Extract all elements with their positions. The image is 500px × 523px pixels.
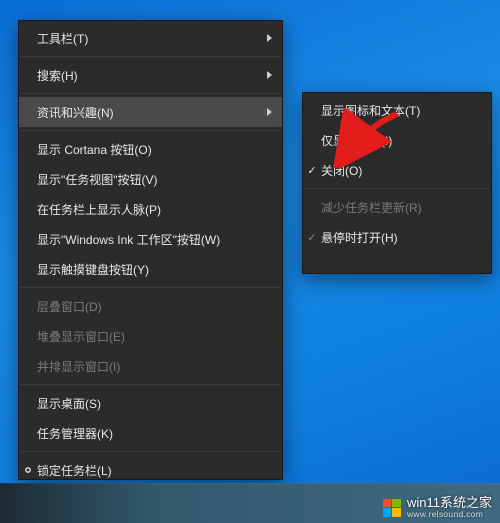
submenu-item-reduce-updates: 减少任务栏更新(R) xyxy=(303,192,491,222)
menu-item-label: 显示"Windows Ink 工作区"按钮(W) xyxy=(37,231,272,248)
checkmark-icon: ✓ xyxy=(307,231,317,244)
menu-item-label: 显示 Cortana 按钮(O) xyxy=(37,141,272,158)
taskbar-context-menu: 工具栏(T) 搜索(H) 资讯和兴趣(N) 显示 Cortana 按钮(O) 显… xyxy=(18,20,283,480)
desktop-background: 工具栏(T) 搜索(H) 资讯和兴趣(N) 显示 Cortana 按钮(O) 显… xyxy=(0,0,500,523)
menu-item-show-ink-workspace[interactable]: 显示"Windows Ink 工作区"按钮(W) xyxy=(19,224,282,254)
menu-item-toolbars[interactable]: 工具栏(T) xyxy=(19,23,282,53)
menu-item-label: 搜索(H) xyxy=(37,67,263,84)
watermark-url: www.relsound.com xyxy=(407,510,492,519)
menu-item-show-touch-keyboard[interactable]: 显示触摸键盘按钮(Y) xyxy=(19,254,282,284)
menu-item-label: 悬停时打开(H) xyxy=(321,229,481,246)
menu-separator xyxy=(304,188,490,189)
submenu-item-show-icon-text[interactable]: 显示图标和文本(T) xyxy=(303,95,491,125)
news-interests-submenu: 显示图标和文本(T) 仅显示图标(I) ✓ 关闭(O) 减少任务栏更新(R) ✓… xyxy=(302,92,492,274)
menu-item-task-manager[interactable]: 任务管理器(K) xyxy=(19,418,282,448)
menu-item-label: 工具栏(T) xyxy=(37,30,263,47)
menu-item-cascade-windows: 层叠窗口(D) xyxy=(19,291,282,321)
menu-item-show-taskview[interactable]: 显示"任务视图"按钮(V) xyxy=(19,164,282,194)
submenu-item-show-icon-only[interactable]: 仅显示图标(I) xyxy=(303,125,491,155)
chevron-right-icon xyxy=(267,108,272,116)
submenu-item-open-on-hover[interactable]: ✓ 悬停时打开(H) xyxy=(303,222,491,252)
menu-item-lock-taskbar[interactable]: 锁定任务栏(L) xyxy=(19,455,282,485)
watermark: win11系统之家 www.relsound.com xyxy=(383,496,492,519)
windows-logo-icon xyxy=(383,499,401,517)
menu-item-label: 任务管理器(K) xyxy=(37,425,272,442)
menu-item-label: 并排显示窗口(I) xyxy=(37,358,272,375)
menu-item-label: 显示图标和文本(T) xyxy=(321,102,481,119)
menu-separator xyxy=(20,93,281,94)
chevron-right-icon xyxy=(267,34,272,42)
menu-separator xyxy=(20,130,281,131)
menu-item-label: 显示触摸键盘按钮(Y) xyxy=(37,261,272,278)
menu-item-label: 在任务栏上显示人脉(P) xyxy=(37,201,272,218)
menu-separator xyxy=(20,451,281,452)
menu-item-label: 仅显示图标(I) xyxy=(321,132,481,149)
menu-item-label: 显示"任务视图"按钮(V) xyxy=(37,171,272,188)
lock-icon xyxy=(21,463,35,477)
chevron-right-icon xyxy=(267,71,272,79)
menu-item-label: 资讯和兴趣(N) xyxy=(37,104,263,121)
menu-item-label: 层叠窗口(D) xyxy=(37,298,272,315)
checkmark-icon: ✓ xyxy=(307,164,317,177)
menu-item-search[interactable]: 搜索(H) xyxy=(19,60,282,90)
menu-item-label: 锁定任务栏(L) xyxy=(37,462,272,479)
menu-item-label: 关闭(O) xyxy=(321,162,481,179)
menu-separator xyxy=(20,56,281,57)
menu-item-show-people[interactable]: 在任务栏上显示人脉(P) xyxy=(19,194,282,224)
menu-item-label: 显示桌面(S) xyxy=(37,395,272,412)
menu-item-sidebyside-windows: 并排显示窗口(I) xyxy=(19,351,282,381)
submenu-item-turn-off[interactable]: ✓ 关闭(O) xyxy=(303,155,491,185)
menu-item-news-interests[interactable]: 资讯和兴趣(N) xyxy=(19,97,282,127)
menu-separator xyxy=(20,384,281,385)
menu-item-stack-windows: 堆叠显示窗口(E) xyxy=(19,321,282,351)
menu-item-label: 减少任务栏更新(R) xyxy=(321,199,481,216)
menu-item-label: 堆叠显示窗口(E) xyxy=(37,328,272,345)
menu-item-show-desktop[interactable]: 显示桌面(S) xyxy=(19,388,282,418)
menu-separator xyxy=(20,287,281,288)
menu-item-show-cortana[interactable]: 显示 Cortana 按钮(O) xyxy=(19,134,282,164)
